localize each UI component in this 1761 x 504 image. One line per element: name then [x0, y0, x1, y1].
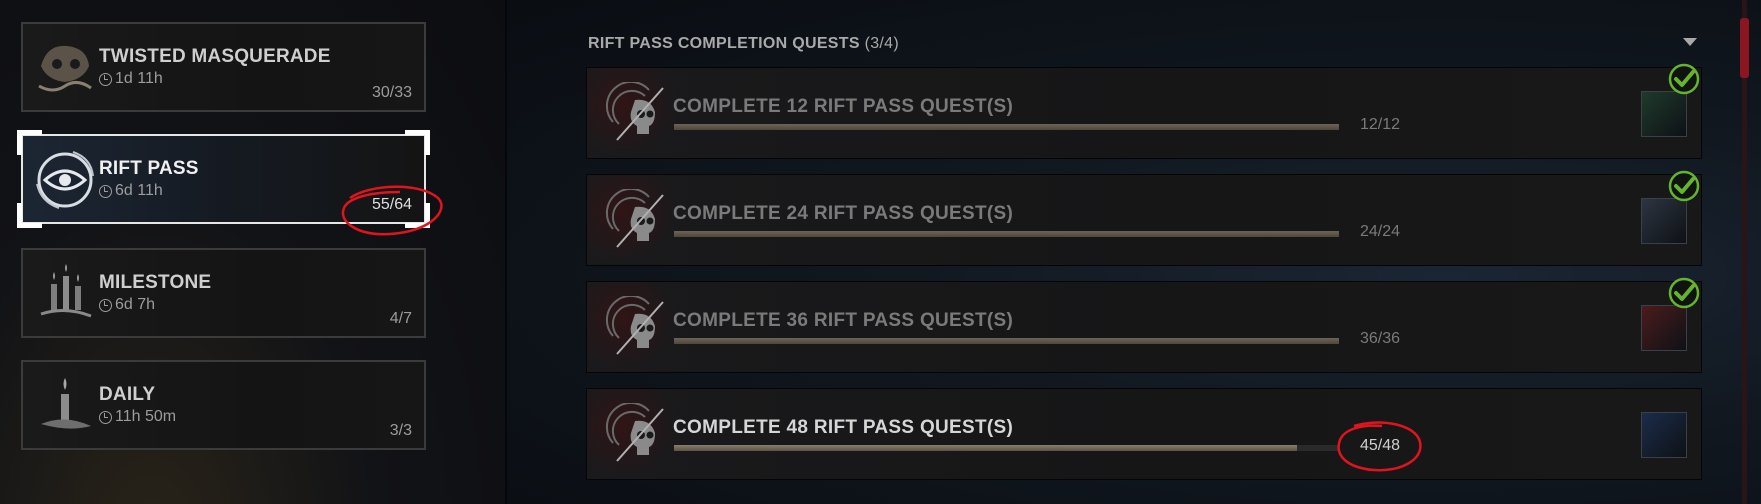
event-timer: 11h 50m	[99, 408, 176, 426]
event-progress-count: 55/64	[371, 196, 412, 213]
reward-thumbnail[interactable]	[1641, 412, 1687, 458]
event-timer: 6d 7h	[99, 296, 155, 314]
quest-title: COMPLETE 24 RIFT PASS QUEST(S)	[673, 203, 1014, 224]
quest-progress-count: 45/48	[1360, 437, 1401, 454]
check-icon	[1668, 63, 1700, 95]
event-card-twisted-masquerade[interactable]: TWISTED MASQUERADE 1d 11h 30/33	[21, 22, 426, 112]
quest-row[interactable]: COMPLETE 12 RIFT PASS QUEST(S) 12/12	[586, 63, 1702, 159]
event-card-milestone[interactable]: MILESTONE 6d 7h 4/7	[21, 248, 426, 338]
quest-title: COMPLETE 36 RIFT PASS QUEST(S)	[673, 310, 1014, 331]
event-timer: 6d 11h	[99, 182, 163, 200]
chevron-down-icon[interactable]	[1683, 38, 1697, 46]
progress-fill	[674, 124, 1339, 130]
event-title: TWISTED MASQUERADE	[99, 46, 331, 67]
selection-corner	[405, 130, 430, 155]
event-title: RIFT PASS	[99, 158, 199, 179]
quest-title: COMPLETE 12 RIFT PASS QUEST(S)	[673, 96, 1014, 117]
scrollbar-thumb[interactable]	[1740, 18, 1749, 78]
event-title: MILESTONE	[99, 272, 212, 293]
skull-icon	[605, 296, 664, 355]
progress-bar	[674, 124, 1339, 130]
reward-thumbnail[interactable]	[1641, 91, 1687, 137]
skull-icon	[605, 82, 664, 141]
rift-eye-icon	[36, 151, 94, 209]
candle-icon	[41, 378, 91, 429]
candles-icon	[40, 264, 92, 318]
panel-divider	[505, 0, 507, 504]
quest-row[interactable]: COMPLETE 24 RIFT PASS QUEST(S) 24/24	[586, 170, 1702, 266]
reward-thumbnail[interactable]	[1641, 305, 1687, 351]
event-timer: 1d 11h	[99, 70, 163, 88]
quest-title: COMPLETE 48 RIFT PASS QUEST(S)	[673, 417, 1014, 438]
mask-icon	[38, 45, 92, 92]
quests-header: RIFT PASS COMPLETION QUESTS (3/4)	[588, 35, 899, 52]
progress-fill	[674, 231, 1339, 237]
clock-icon	[99, 298, 112, 312]
event-progress-count: 4/7	[389, 310, 412, 327]
clock-icon	[99, 184, 112, 198]
clock-icon	[99, 410, 112, 424]
clock-icon	[99, 72, 112, 86]
skull-icon	[605, 189, 664, 248]
quest-progress-count: 24/24	[1360, 223, 1401, 240]
quest-row[interactable]: COMPLETE 36 RIFT PASS QUEST(S) 36/36	[586, 277, 1702, 373]
quest-row[interactable]: COMPLETE 48 RIFT PASS QUEST(S) 45/48	[586, 388, 1702, 480]
progress-fill	[674, 445, 1298, 451]
progress-bar	[674, 231, 1339, 237]
event-card-daily[interactable]: DAILY 11h 50m 3/3	[21, 360, 426, 450]
event-card-rift-pass[interactable]: RIFT PASS 6d 11h 55/64	[17, 130, 430, 228]
check-icon	[1668, 170, 1700, 202]
event-progress-count: 3/3	[389, 422, 412, 439]
quest-progress-count: 36/36	[1360, 330, 1401, 347]
reward-thumbnail[interactable]	[1641, 198, 1687, 244]
check-icon	[1668, 277, 1700, 309]
skull-icon	[605, 403, 664, 462]
progress-bar	[674, 338, 1339, 344]
event-progress-count: 30/33	[371, 84, 412, 101]
progress-bar	[674, 445, 1339, 451]
event-title: DAILY	[99, 384, 156, 405]
progress-fill	[674, 338, 1339, 344]
quest-progress-count: 12/12	[1360, 116, 1401, 133]
